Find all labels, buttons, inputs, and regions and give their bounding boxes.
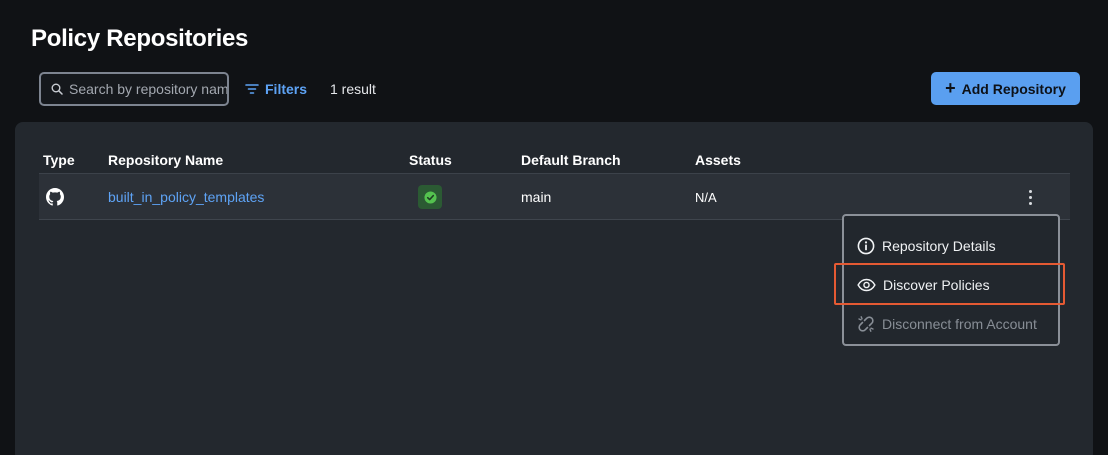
assets-cell: N/A <box>695 189 717 205</box>
info-icon <box>857 237 875 254</box>
column-header-repository-name: Repository Name <box>108 152 224 168</box>
repository-name-link[interactable]: built_in_policy_templates <box>108 189 264 205</box>
status-badge <box>418 185 442 209</box>
policy-repositories-page: Policy Repositories Filters 1 result + A… <box>0 0 1108 455</box>
filters-label: Filters <box>265 81 308 97</box>
repositories-table: Type Repository Name Status Default Bran… <box>39 148 1070 220</box>
check-circle-icon <box>423 190 437 204</box>
column-header-type: Type <box>43 152 75 168</box>
broken-link-icon <box>858 315 874 332</box>
search-input[interactable] <box>69 81 227 97</box>
menu-item-repository-details[interactable]: Repository Details <box>844 226 1058 265</box>
search-icon <box>51 83 63 95</box>
menu-item-disconnect-from-account: Disconnect from Account <box>844 304 1058 343</box>
page-title: Policy Repositories <box>31 25 249 52</box>
menu-item-label: Discover Policies <box>883 276 990 293</box>
eye-icon <box>857 278 876 291</box>
search-box[interactable] <box>39 72 229 106</box>
github-icon <box>46 188 64 206</box>
kebab-menu-icon[interactable] <box>1020 185 1040 209</box>
toolbar: Filters 1 result + Add Repository <box>39 72 1080 106</box>
repository-name-cell: built_in_policy_templates <box>108 174 264 220</box>
filters-button[interactable]: Filters <box>245 72 307 106</box>
row-actions-menu: Repository Details Discover Policies Dis… <box>842 214 1060 346</box>
menu-item-label: Repository Details <box>882 237 996 254</box>
column-header-default-branch: Default Branch <box>521 152 621 168</box>
column-header-assets: Assets <box>695 152 741 168</box>
add-repository-label: Add Repository <box>961 80 1066 97</box>
add-repository-button[interactable]: + Add Repository <box>931 72 1080 105</box>
default-branch-cell: main <box>521 189 552 205</box>
menu-item-label: Disconnect from Account <box>882 315 1037 332</box>
status-cell <box>418 174 442 220</box>
plus-icon: + <box>945 78 956 98</box>
column-header-status: Status <box>409 152 452 168</box>
table-header: Type Repository Name Status Default Bran… <box>39 148 1070 174</box>
filter-icon <box>245 84 259 94</box>
type-cell <box>46 174 64 220</box>
result-count: 1 result <box>330 81 376 97</box>
menu-item-discover-policies[interactable]: Discover Policies <box>844 265 1058 304</box>
